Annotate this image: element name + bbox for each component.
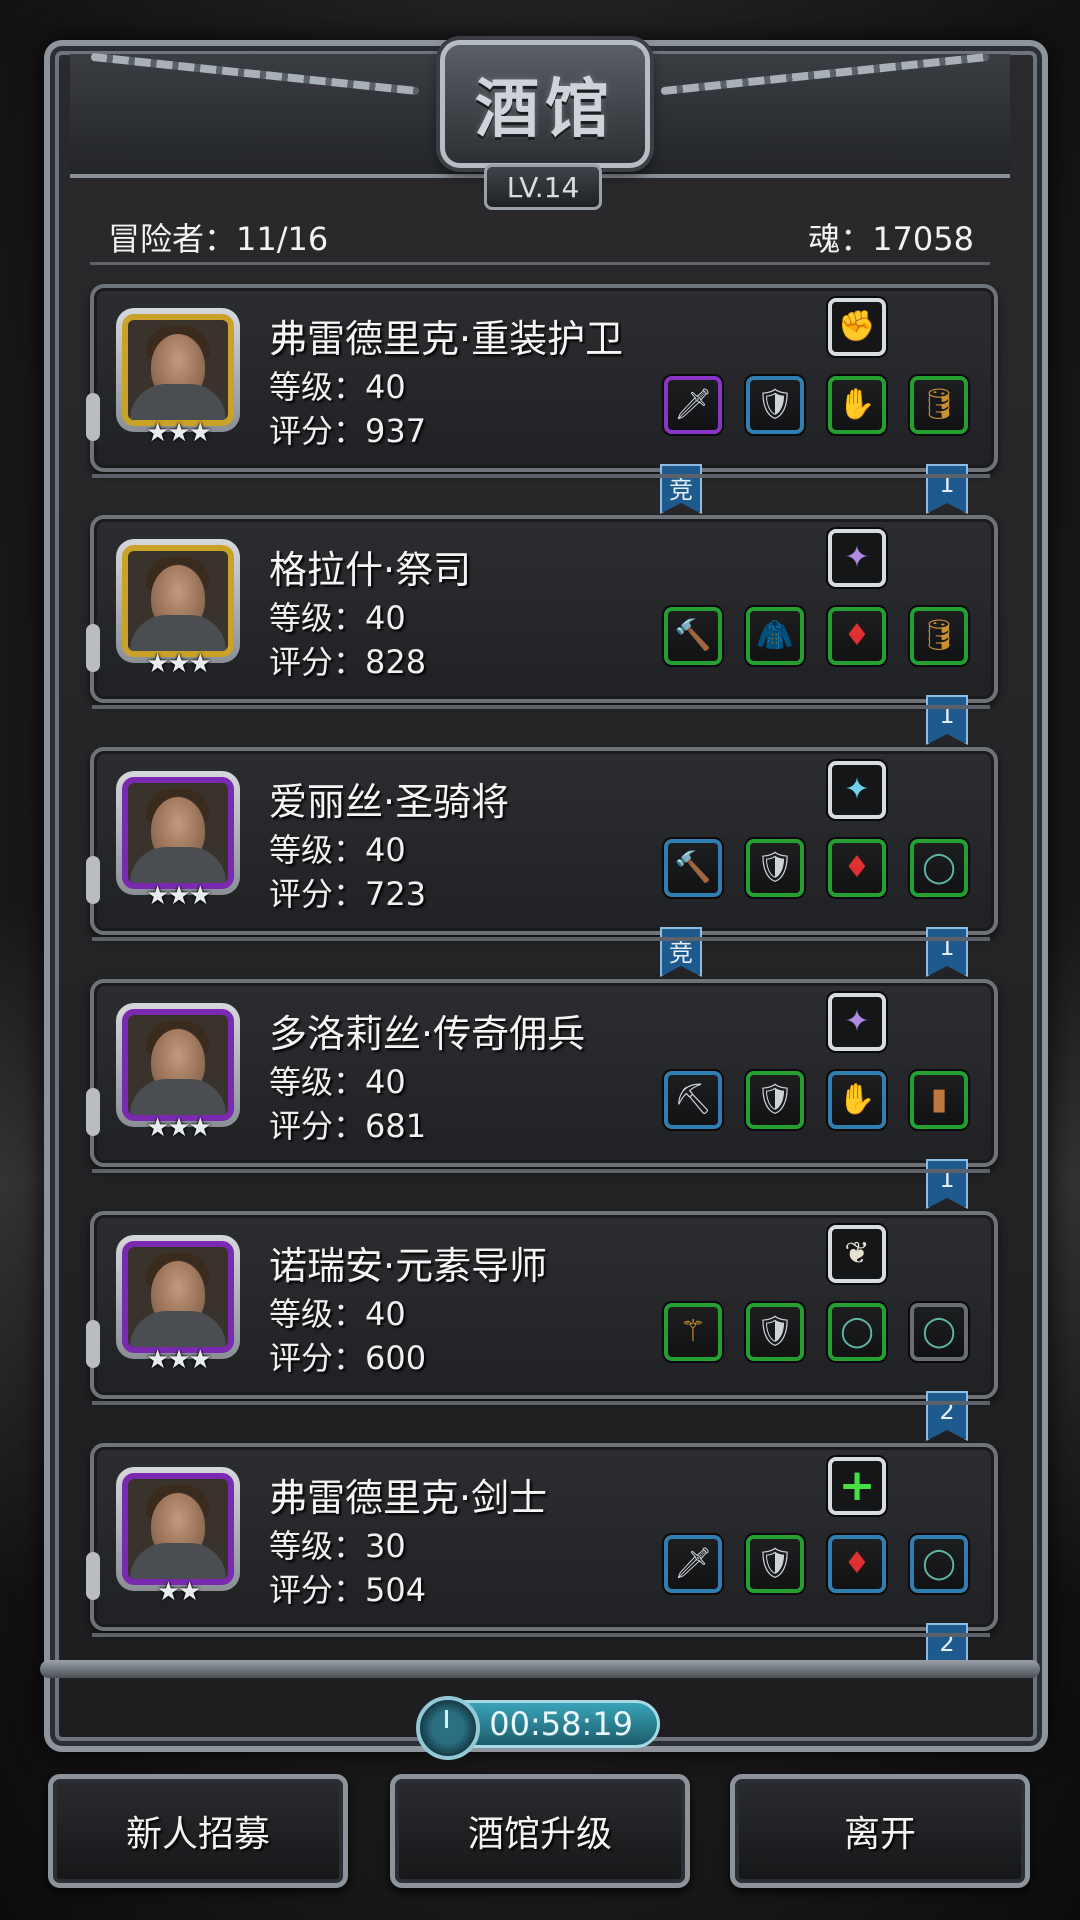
claw-gauntlet-icon[interactable]: ✋ [828, 376, 886, 434]
ruby-amulet-icon[interactable]: ♦ [828, 839, 886, 897]
header-divider [90, 262, 990, 265]
card-pin [86, 1088, 100, 1136]
hero-card[interactable]: ★★★ 格拉什·祭司 等级：40 评分：828 ✦ 🔨 🧥 ♦ 🛢 1 [86, 515, 998, 745]
clock-icon [416, 1696, 480, 1760]
hero-name: 弗雷德里克·重装护卫 [269, 317, 624, 361]
hero-score: 评分：504 [269, 1571, 427, 1609]
ring-icon[interactable]: ◯ [910, 1303, 968, 1361]
ring-icon[interactable]: ◯ [910, 839, 968, 897]
card-pin [86, 1552, 100, 1600]
hero-level: 等级：40 [269, 368, 406, 406]
card-pin [86, 1320, 100, 1368]
barrel-icon[interactable]: 🛢 [910, 607, 968, 665]
tavern-level-badge: LV.14 [484, 164, 602, 210]
staff-icon[interactable]: ⚚ [664, 1303, 722, 1361]
add-plus-icon[interactable]: + [828, 1457, 886, 1515]
card-pin [86, 624, 100, 672]
portrait-body [130, 384, 226, 420]
chest-armor-icon[interactable]: 🛡 [746, 1071, 804, 1129]
hero-score: 评分：937 [269, 412, 427, 450]
plate-armor-icon[interactable]: 🛡 [746, 839, 804, 897]
chest-armor-icon[interactable]: 🛡 [746, 1535, 804, 1593]
upgrade-tavern-button[interactable]: 酒馆升级 [390, 1774, 690, 1888]
hero-portrait[interactable] [116, 308, 240, 432]
portrait-image [122, 314, 234, 426]
leave-button[interactable]: 离开 [730, 1774, 1030, 1888]
blue-crystal-icon[interactable]: ✦ [828, 761, 886, 819]
page-title: 酒馆 [475, 72, 615, 147]
leather-armor-icon[interactable]: 🧥 [746, 607, 804, 665]
portrait-body [130, 847, 226, 883]
hero-card[interactable]: ★★★ 爱丽丝·圣骑将 等级：40 评分：723 ✦ 🔨 🛡 ♦ ◯ 竞 1 [86, 747, 998, 977]
hero-level: 等级：40 [269, 1063, 406, 1101]
feather-icon[interactable]: ❦ [828, 1225, 886, 1283]
pickaxe-icon[interactable]: ⛏ [664, 1071, 722, 1129]
star-rating: ★★ [156, 1577, 202, 1607]
claw-gauntlet-icon[interactable]: ✋ [828, 1071, 886, 1129]
ring-icon[interactable]: ◯ [910, 1535, 968, 1593]
sword-icon[interactable]: 🗡 [664, 376, 722, 434]
star-rating: ★★★ [146, 1345, 212, 1375]
hero-portrait[interactable] [116, 1235, 240, 1359]
ruby-amulet-icon[interactable]: ♦ [828, 607, 886, 665]
chest-armor-icon[interactable]: 🛡 [746, 1303, 804, 1361]
star-rating: ★★★ [146, 649, 212, 679]
star-rating: ★★★ [146, 881, 212, 911]
hammer-icon[interactable]: 🔨 [664, 839, 722, 897]
hero-level: 等级：40 [269, 599, 406, 637]
purple-crystal-icon[interactable]: ✦ [828, 529, 886, 587]
hero-score: 评分：828 [269, 643, 427, 681]
hero-portrait[interactable] [116, 771, 240, 895]
hero-score: 评分：600 [269, 1339, 427, 1377]
ruby-amulet-icon[interactable]: ♦ [828, 1535, 886, 1593]
card-pin [86, 393, 100, 441]
hero-name: 弗雷德里克·剑士 [269, 1476, 548, 1520]
chest-armor-icon[interactable]: 🛡 [746, 376, 804, 434]
portrait-body [130, 1543, 226, 1579]
portrait-body [130, 1079, 226, 1115]
hero-portrait[interactable] [116, 1467, 240, 1591]
hero-card[interactable]: ★★ 弗雷德里克·剑士 等级：30 评分：504 + 🗡 🛡 ♦ ◯ 2 [86, 1443, 998, 1673]
hero-name: 格拉什·祭司 [269, 548, 472, 592]
gauntlet-icon[interactable]: ✊ [828, 298, 886, 356]
portrait-image [122, 777, 234, 889]
sword-icon[interactable]: 🗡 [664, 1535, 722, 1593]
hero-name: 诺瑞安·元素导师 [269, 1244, 548, 1288]
hero-level: 等级：40 [269, 1295, 406, 1333]
portrait-body [130, 1311, 226, 1347]
hero-name: 爱丽丝·圣骑将 [269, 780, 510, 824]
hammer-icon[interactable]: 🔨 [664, 607, 722, 665]
card-pin [86, 856, 100, 904]
star-rating: ★★★ [146, 418, 212, 448]
hero-name: 多洛莉丝·传奇佣兵 [269, 1012, 586, 1056]
recruit-button[interactable]: 新人招募 [48, 1774, 348, 1888]
hero-score: 评分：681 [269, 1107, 427, 1145]
hero-card[interactable]: ★★★ 多洛莉丝·传奇佣兵 等级：40 评分：681 ✦ ⛏ 🛡 ✋ ▮ 1 [86, 979, 998, 1209]
adventurer-count: 冒险者：11/16 [108, 220, 329, 258]
hero-card[interactable]: ★★★ 诺瑞安·元素导师 等级：40 评分：600 ❦ ⚚ 🛡 ◯ ◯ 2 [86, 1211, 998, 1441]
star-rating: ★★★ [146, 1113, 212, 1143]
soul-count: 魂：17058 [808, 220, 974, 258]
purple-crystal-icon[interactable]: ✦ [828, 993, 886, 1051]
ring-icon[interactable]: ◯ [828, 1303, 886, 1361]
hero-level: 等级：30 [269, 1527, 406, 1565]
portrait-body [130, 615, 226, 651]
bottom-trim [40, 1660, 1040, 1678]
portrait-image [122, 1473, 234, 1585]
wood-plank-icon[interactable]: ▮ [910, 1071, 968, 1129]
barrel-icon[interactable]: 🛢 [910, 376, 968, 434]
hero-portrait[interactable] [116, 1003, 240, 1127]
hero-card[interactable]: ★★★ 弗雷德里克·重装护卫 等级：40 评分：937 ✊ 🗡 🛡 ✋ 🛢 竞 1 [86, 284, 998, 514]
portrait-image [122, 1009, 234, 1121]
portrait-image [122, 1241, 234, 1353]
hero-portrait[interactable] [116, 539, 240, 663]
hero-level: 等级：40 [269, 831, 406, 869]
portrait-image [122, 545, 234, 657]
hero-score: 评分：723 [269, 875, 427, 913]
title-plate: 酒馆 [440, 40, 650, 168]
